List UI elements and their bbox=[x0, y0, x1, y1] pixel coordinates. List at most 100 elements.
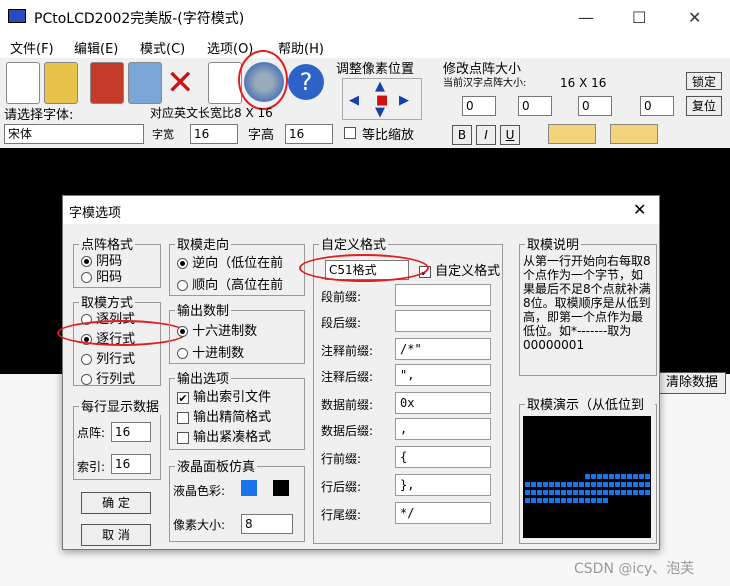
highlight-oval-row bbox=[57, 320, 187, 346]
maximize-button[interactable]: ☐ bbox=[632, 8, 646, 27]
left-spin[interactable]: 0 bbox=[462, 96, 496, 116]
checkbox-compact[interactable]: 输出精简格式 bbox=[177, 406, 303, 425]
font-select[interactable]: 宋体 bbox=[4, 124, 144, 144]
desc-label: 取模说明 bbox=[525, 234, 582, 253]
radio-forward[interactable]: 顺向（高位在前 bbox=[177, 274, 303, 293]
arrow-right-icon[interactable]: ▶ bbox=[399, 93, 409, 108]
minimize-button[interactable]: — bbox=[578, 8, 594, 27]
per-line-label: 每行显示数据 bbox=[79, 396, 163, 415]
flip-vertical-icon[interactable] bbox=[610, 124, 658, 144]
equal-scale-label: 等比缩放 bbox=[362, 128, 415, 143]
dialog-titlebar bbox=[63, 196, 659, 224]
new-file-icon[interactable] bbox=[6, 62, 40, 104]
lock-button[interactable]: 锁定 bbox=[686, 72, 722, 90]
menu-edit[interactable]: 编辑(E) bbox=[74, 38, 118, 57]
font-options-dialog: 字模选项 ✕ 点阵格式 阴码 阳码 取模方式 逐列式 逐行式 列行式 行列式 每… bbox=[57, 195, 660, 550]
italic-button[interactable]: I bbox=[476, 125, 496, 145]
lcd-fg-color-swatch[interactable] bbox=[241, 480, 257, 496]
pixel-size-select[interactable]: 8 bbox=[241, 514, 293, 534]
row-suffix-input[interactable]: }, bbox=[395, 474, 491, 496]
radio-hex[interactable]: 十六进制数 bbox=[177, 320, 257, 339]
close-button[interactable]: ✕ bbox=[688, 8, 701, 27]
data-prefix-input[interactable]: 0x bbox=[395, 392, 491, 414]
window-title: PCtoLCD2002完美版-(字符模式) bbox=[34, 11, 245, 27]
width-label: 字宽 bbox=[152, 128, 174, 141]
height-label: 字高 bbox=[248, 128, 275, 143]
comment-prefix-label: 注释前缀: bbox=[321, 344, 374, 358]
demo-lcd-display bbox=[523, 416, 651, 538]
open-folder-icon[interactable] bbox=[44, 62, 78, 104]
menu-help[interactable]: 帮助(H) bbox=[278, 38, 324, 57]
menu-options[interactable]: 选项(O) bbox=[207, 38, 253, 57]
lcd-bg-color-swatch[interactable] bbox=[273, 480, 289, 496]
document-icon[interactable] bbox=[208, 62, 242, 104]
data-suffix-input[interactable]: , bbox=[395, 418, 491, 440]
radix-label: 输出数制 bbox=[175, 300, 232, 319]
row-end-label: 行尾缀: bbox=[321, 508, 362, 522]
width-select[interactable]: 16 bbox=[190, 124, 238, 144]
checkbox-index-file[interactable]: ✔ 输出索引文件 bbox=[177, 386, 303, 405]
demo-dots bbox=[525, 474, 650, 503]
adjust-pixel-pad[interactable]: ▲ ◀ ■ ▶ ▼ bbox=[342, 78, 422, 120]
radio-yangma[interactable]: 阳码 bbox=[81, 266, 122, 285]
row-prefix-input[interactable]: { bbox=[395, 446, 491, 468]
height-select[interactable]: 16 bbox=[285, 124, 333, 144]
right-spin[interactable]: 0 bbox=[578, 96, 612, 116]
hz-size-label: 当前汉字点阵大小: bbox=[443, 78, 527, 89]
lcd-color-label: 液晶色彩: bbox=[173, 484, 226, 498]
watermark: CSDN @icy、泡芙 bbox=[574, 561, 695, 577]
menu-mode[interactable]: 模式(C) bbox=[140, 38, 185, 57]
delete-icon[interactable]: ✕ bbox=[166, 64, 195, 102]
radio-decimal[interactable]: 十进制数 bbox=[177, 342, 244, 361]
radio-reverse[interactable]: 逆向（低位在前 bbox=[177, 252, 303, 271]
bottom-spin[interactable]: 0 bbox=[640, 96, 674, 116]
help-icon[interactable]: ? bbox=[288, 64, 324, 100]
custom-format-checkbox[interactable]: ✔ 自定义格式 bbox=[419, 260, 503, 279]
equal-scale-checkbox[interactable] bbox=[344, 127, 356, 139]
dialog-close-button[interactable]: ✕ bbox=[633, 200, 646, 219]
clear-data-button[interactable]: 清除数据 bbox=[658, 372, 726, 394]
custom-format-label: 自定义格式 bbox=[319, 234, 389, 253]
ok-button[interactable]: 确 定 bbox=[81, 492, 151, 514]
seg-suffix-label: 段后缀: bbox=[321, 316, 362, 330]
top-spin[interactable]: 0 bbox=[518, 96, 552, 116]
settings-computer-icon[interactable] bbox=[128, 62, 162, 104]
pixel-size-label: 像素大小: bbox=[173, 518, 226, 532]
lcd-sim-label: 液晶面板仿真 bbox=[175, 456, 258, 475]
hz-size-value: 16 X 16 bbox=[560, 76, 607, 90]
row-end-input[interactable]: */ bbox=[395, 502, 491, 524]
output-options-label: 输出选项 bbox=[175, 368, 232, 387]
font-select-label: 请选择字体: bbox=[4, 108, 74, 123]
highlight-oval-gear bbox=[238, 50, 288, 110]
desc-text: 从第一行开始向右每取8个点作为一个字节，如果最后不足8个点就补满8位。取模顺序是… bbox=[523, 254, 651, 352]
radio-column-row[interactable]: 列行式 bbox=[81, 348, 135, 367]
data-prefix-label: 数据前缀: bbox=[321, 398, 374, 412]
row-suffix-label: 行后缀: bbox=[321, 480, 362, 494]
save-icon[interactable] bbox=[90, 62, 124, 104]
index-count-select[interactable]: 16 bbox=[111, 454, 151, 474]
dot-count-label: 点阵: bbox=[77, 426, 106, 440]
comment-prefix-input[interactable]: /*" bbox=[395, 338, 491, 360]
seg-suffix-input[interactable] bbox=[395, 310, 491, 332]
dot-count-select[interactable]: 16 bbox=[111, 422, 151, 442]
seg-prefix-label: 段前缀: bbox=[321, 290, 362, 304]
row-prefix-label: 行前缀: bbox=[321, 452, 362, 466]
arrow-down-icon[interactable]: ▼ bbox=[375, 105, 385, 120]
underline-button[interactable]: U bbox=[500, 125, 520, 145]
adjust-pixel-label: 调整像素位置 bbox=[336, 62, 415, 77]
comment-suffix-input[interactable]: ", bbox=[395, 364, 491, 386]
app-icon bbox=[8, 9, 26, 23]
bold-button[interactable]: B bbox=[452, 125, 472, 145]
index-count-label: 索引: bbox=[77, 460, 106, 474]
arrow-up-icon[interactable]: ▲ bbox=[375, 79, 385, 94]
highlight-oval-format bbox=[299, 254, 429, 282]
dialog-title: 字模选项 bbox=[69, 206, 122, 221]
seg-prefix-input[interactable] bbox=[395, 284, 491, 306]
radio-row-column[interactable]: 行列式 bbox=[81, 368, 135, 387]
cancel-button[interactable]: 取 消 bbox=[81, 524, 151, 546]
checkbox-tight[interactable]: 输出紧凑格式 bbox=[177, 426, 303, 445]
menu-file[interactable]: 文件(F) bbox=[10, 38, 54, 57]
flip-horizontal-icon[interactable] bbox=[548, 124, 596, 144]
reset-button[interactable]: 复位 bbox=[686, 96, 722, 116]
arrow-left-icon[interactable]: ◀ bbox=[349, 93, 359, 108]
